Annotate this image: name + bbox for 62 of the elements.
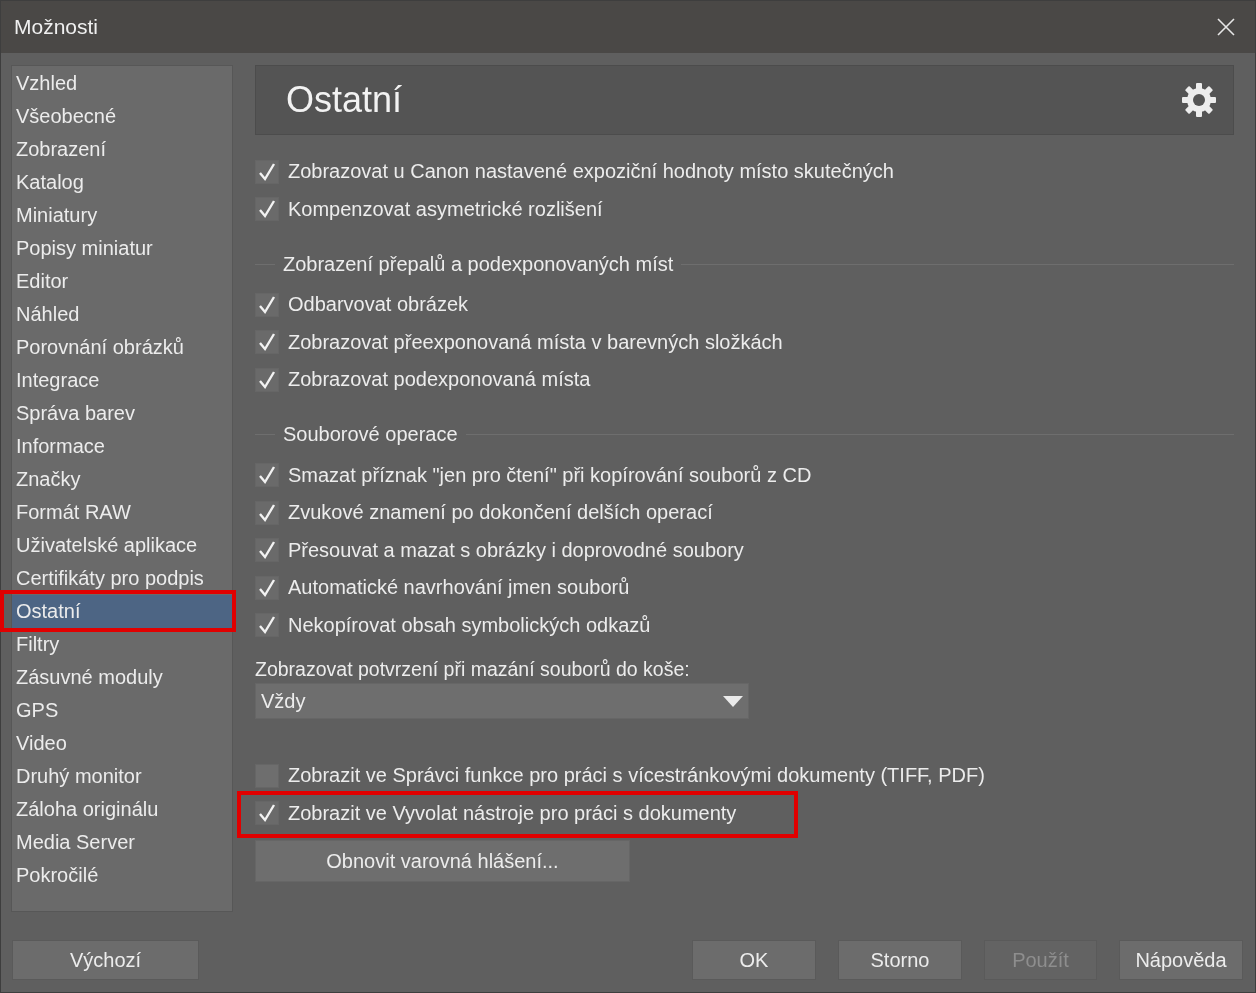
dropdown-label: Zobrazovat potvrzení při mazání souborů do koše: bbox=[255, 658, 691, 681]
checkbox-label[interactable]: Nekopírovat obsah symbolických odkazů bbox=[288, 613, 651, 637]
checkbox[interactable] bbox=[255, 500, 279, 525]
defaults-button[interactable]: Výchozí bbox=[12, 940, 199, 980]
category-item[interactable]: Značky bbox=[12, 463, 232, 496]
group-heading: Souborové operace bbox=[283, 423, 458, 446]
checkbox[interactable] bbox=[255, 575, 279, 600]
reset-warnings-button[interactable]: Obnovit varovná hlášení... bbox=[255, 840, 630, 882]
checkbox-label[interactable]: Odbarvovat obrázek bbox=[288, 293, 469, 317]
category-item[interactable]: Informace bbox=[12, 430, 232, 463]
checkbox-label[interactable]: Kompenzovat asymetrické rozlišení bbox=[288, 197, 603, 221]
category-item[interactable]: Všeobecné bbox=[12, 100, 232, 133]
checkbox[interactable] bbox=[255, 538, 279, 563]
checkbox[interactable] bbox=[255, 292, 279, 317]
category-item[interactable]: Video bbox=[12, 727, 232, 760]
checkbox[interactable] bbox=[255, 330, 279, 355]
category-item[interactable]: Katalog bbox=[12, 166, 232, 199]
checkbox-label[interactable]: Zobrazit ve Správci funkce pro práci s vícestránkovými dokumenty (TIFF, PDF) bbox=[288, 764, 985, 788]
category-item[interactable]: Certifikáty pro podpis bbox=[12, 562, 232, 595]
close-icon[interactable] bbox=[1217, 18, 1235, 36]
checkbox[interactable] bbox=[255, 197, 279, 222]
category-item[interactable]: Media Server bbox=[12, 826, 232, 859]
category-item[interactable]: Zobrazení bbox=[12, 133, 232, 166]
checkbox-label[interactable]: Zobrazovat podexponovaná místa bbox=[288, 368, 591, 392]
caret-icon bbox=[723, 695, 743, 707]
category-item[interactable]: Editor bbox=[12, 265, 232, 298]
category-item[interactable]: Formát RAW bbox=[12, 496, 232, 529]
checkbox-label[interactable]: Zvukové znamení po dokončení delších operací bbox=[288, 501, 713, 525]
category-item[interactable]: Záloha originálu bbox=[12, 793, 232, 826]
category-item[interactable]: Filtry bbox=[12, 628, 232, 661]
category-item[interactable]: Správa barev bbox=[12, 397, 232, 430]
category-item[interactable]: Vzhled bbox=[12, 67, 232, 100]
checkbox-label[interactable]: Zobrazovat přeexponovaná místa v barevných složkách bbox=[288, 330, 783, 354]
checkbox[interactable] bbox=[255, 613, 279, 638]
checkbox-label[interactable]: Zobrazovat u Canon nastavené expoziční hodnoty místo skutečných bbox=[288, 160, 894, 184]
dialog-button[interactable]: OK bbox=[692, 940, 816, 980]
category-item[interactable]: Druhý monitor bbox=[12, 760, 232, 793]
category-item[interactable]: Pokročilé bbox=[12, 859, 232, 892]
group-heading: Zobrazení přepalů a podexponovaných míst bbox=[283, 252, 674, 276]
category-item[interactable]: Ostatní bbox=[12, 595, 232, 628]
dialog-button[interactable]: Storno bbox=[838, 940, 962, 980]
checkbox-label[interactable]: Smazat příznak "jen pro čtení" při kopírování souborů z CD bbox=[288, 463, 812, 487]
settings-icon bbox=[1181, 82, 1217, 118]
window-title: Možnosti bbox=[14, 15, 99, 39]
checkbox[interactable] bbox=[255, 367, 279, 392]
dialog-button[interactable]: Nápověda bbox=[1119, 940, 1243, 980]
checkbox-label[interactable]: Automatické navrhování jmen souborů bbox=[288, 576, 630, 600]
checkbox[interactable] bbox=[255, 463, 279, 488]
checkbox-label[interactable]: Přesouvat a mazat s obrázky i doprovodné soubory bbox=[288, 538, 744, 562]
checkbox[interactable] bbox=[255, 159, 279, 184]
category-item[interactable]: GPS bbox=[12, 694, 232, 727]
page-title: Ostatní bbox=[286, 79, 403, 121]
category-item[interactable]: Porovnání obrázků bbox=[12, 331, 232, 364]
dropdown[interactable]: Vždy bbox=[255, 683, 749, 719]
category-item[interactable]: Uživatelské aplikace bbox=[12, 529, 232, 562]
checkbox-label[interactable]: Zobrazit ve Vyvolat nástroje pro práci s dokumenty bbox=[288, 801, 737, 825]
category-item[interactable]: Miniatury bbox=[12, 199, 232, 232]
category-item[interactable]: Integrace bbox=[12, 364, 232, 397]
category-item[interactable]: Popisy miniatur bbox=[12, 232, 232, 265]
category-item[interactable]: Náhled bbox=[12, 298, 232, 331]
category-item[interactable]: Zásuvné moduly bbox=[12, 661, 232, 694]
checkbox[interactable] bbox=[255, 801, 279, 826]
